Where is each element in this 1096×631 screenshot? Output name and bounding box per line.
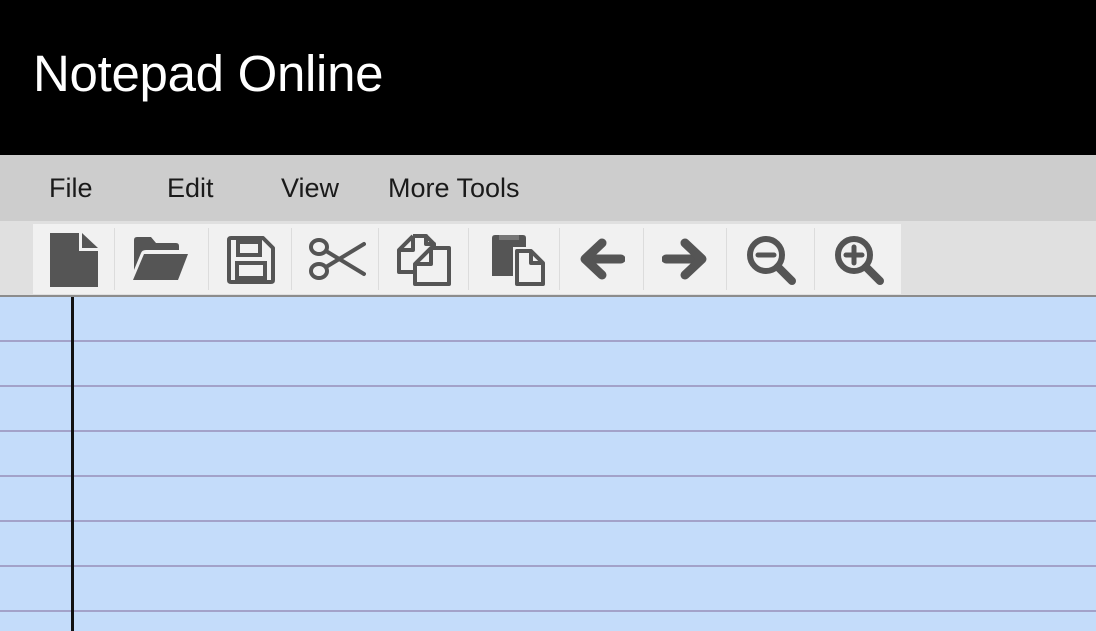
app-title: Notepad Online bbox=[33, 45, 384, 102]
scissors-icon bbox=[309, 238, 366, 280]
zoom-out-icon bbox=[747, 236, 796, 285]
toolbar bbox=[33, 224, 901, 294]
menu-file[interactable]: File bbox=[49, 172, 93, 204]
arrow-left-icon bbox=[580, 238, 625, 280]
arrow-right-icon bbox=[662, 238, 707, 280]
toolbar-strip bbox=[0, 221, 1096, 297]
zoom-in-button[interactable] bbox=[815, 224, 901, 294]
cut-button[interactable] bbox=[292, 224, 379, 294]
redo-button[interactable] bbox=[644, 224, 727, 294]
undo-button[interactable] bbox=[560, 224, 644, 294]
margin-line bbox=[71, 297, 74, 631]
menu-bar: File Edit View More Tools bbox=[0, 155, 1096, 221]
open-file-button[interactable] bbox=[115, 224, 209, 294]
menu-edit[interactable]: Edit bbox=[167, 172, 214, 204]
zoom-in-icon bbox=[835, 236, 884, 285]
menu-view[interactable]: View bbox=[281, 172, 339, 204]
paste-button[interactable] bbox=[469, 224, 560, 294]
copy-icon bbox=[397, 234, 451, 286]
new-file-icon bbox=[50, 233, 98, 287]
save-button[interactable] bbox=[209, 224, 292, 294]
note-text-area[interactable] bbox=[78, 297, 1088, 631]
title-bar: Notepad Online bbox=[0, 0, 1096, 155]
new-file-button[interactable] bbox=[33, 224, 115, 294]
paste-icon bbox=[492, 235, 545, 286]
folder-open-icon bbox=[133, 237, 188, 280]
note-paper bbox=[0, 297, 1096, 631]
zoom-out-button[interactable] bbox=[727, 224, 815, 294]
copy-button[interactable] bbox=[379, 224, 469, 294]
save-icon bbox=[227, 236, 275, 284]
notepad-app: Notepad Online File Edit View More Tools bbox=[0, 0, 1096, 631]
menu-more-tools[interactable]: More Tools bbox=[388, 172, 520, 204]
